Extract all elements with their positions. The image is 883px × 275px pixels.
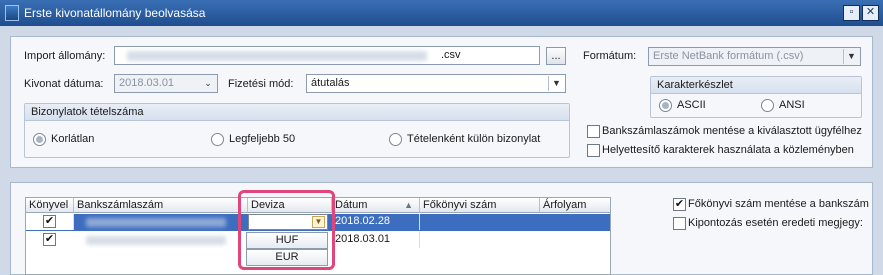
window-title: Erste kivonatállomány beolvasása — [24, 6, 206, 20]
import-file-label: Import állomány: — [24, 50, 106, 62]
radio-per-item-label: Tételenként külön bizonylat — [407, 133, 541, 145]
items-count-group: Bizonylatok tételszáma Korlátlan Legfelj… — [24, 103, 570, 158]
row-post-checkbox[interactable]: ✔ — [43, 215, 56, 228]
radio-max-50[interactable] — [211, 133, 224, 146]
radio-ascii-label: ASCII — [677, 99, 706, 111]
row-post-checkbox[interactable]: ✔ — [43, 233, 56, 246]
app-icon — [5, 5, 19, 21]
row-date-cell: 2018.02.28 — [332, 214, 420, 230]
payment-method-select[interactable]: átutalás ▼ — [306, 74, 566, 93]
chevron-down-icon[interactable]: ▼ — [548, 76, 564, 91]
column-header-date-label: Dátum — [335, 199, 368, 211]
save-ledger-label: Főkönyvi szám mentése a bankszám — [688, 198, 869, 210]
title-bar: Erste kivonatállomány beolvasása ▫ ✕ — [0, 0, 883, 26]
statement-date-label: Kivonat dátuma: — [24, 78, 104, 90]
row-post-cell: ✔ — [26, 214, 74, 230]
chevron-down-icon[interactable]: ⌄ — [200, 76, 216, 91]
import-file-suffix: .csv — [441, 49, 461, 61]
blurred-path — [127, 51, 427, 61]
format-select[interactable]: Erste NetBank formátum (.csv) ▼ — [648, 47, 861, 66]
blurred-account — [86, 218, 226, 227]
payment-method-label: Fizetési mód: — [228, 78, 294, 90]
statement-date-picker[interactable]: 2018.03.01 ⌄ — [114, 74, 218, 93]
replace-chars-checkbox[interactable] — [587, 144, 600, 157]
statement-date-value: 2018.03.01 — [119, 77, 175, 89]
payment-method-value: átutalás — [311, 77, 350, 89]
charset-group: Karakterkészlet ASCII ANSI — [650, 76, 862, 118]
radio-ansi[interactable] — [761, 99, 774, 112]
items-count-group-title: Bizonylatok tételszáma — [25, 104, 569, 121]
column-header-post[interactable]: Könyvel — [26, 198, 74, 213]
format-value: Erste NetBank formátum (.csv) — [653, 50, 804, 62]
keep-original-label: Kipontozás esetén eredeti megjegy: — [688, 217, 863, 229]
column-header-rate[interactable]: Árfolyam — [540, 198, 610, 213]
radio-unlimited-label: Korlátlan — [51, 133, 95, 145]
radio-ansi-label: ANSI — [779, 99, 805, 111]
radio-unlimited[interactable] — [33, 133, 46, 146]
chevron-down-icon[interactable]: ▼ — [843, 49, 859, 64]
radio-per-item[interactable] — [389, 133, 402, 146]
radio-max-50-label: Legfeljebb 50 — [229, 133, 296, 145]
import-file-field[interactable]: .csv — [114, 46, 540, 65]
column-header-ledger[interactable]: Főkönyvi szám — [420, 198, 540, 213]
save-ledger-checkbox[interactable]: ✔ — [673, 198, 686, 211]
close-icon[interactable]: ✕ — [862, 5, 879, 21]
charset-group-title: Karakterkészlet — [651, 77, 861, 94]
column-header-date[interactable]: Dátum ▲ — [332, 198, 420, 213]
save-accounts-label: Bankszámlaszámok mentése a kiválasztott … — [602, 125, 862, 137]
restore-icon[interactable]: ▫ — [843, 5, 860, 21]
row-date-cell: 2018.03.01 — [332, 232, 420, 248]
keep-original-checkbox[interactable] — [673, 217, 686, 230]
highlight-frame — [238, 190, 335, 270]
blurred-account — [86, 236, 226, 245]
save-accounts-checkbox[interactable] — [587, 125, 600, 138]
browse-button[interactable]: ... — [546, 47, 566, 65]
sort-asc-icon: ▲ — [404, 200, 413, 210]
radio-ascii[interactable] — [659, 99, 672, 112]
replace-chars-label: Helyettesítő karakterek használata a köz… — [602, 144, 854, 156]
column-header-account[interactable]: Bankszámlaszám — [74, 198, 248, 213]
format-label: Formátum: — [583, 50, 637, 62]
